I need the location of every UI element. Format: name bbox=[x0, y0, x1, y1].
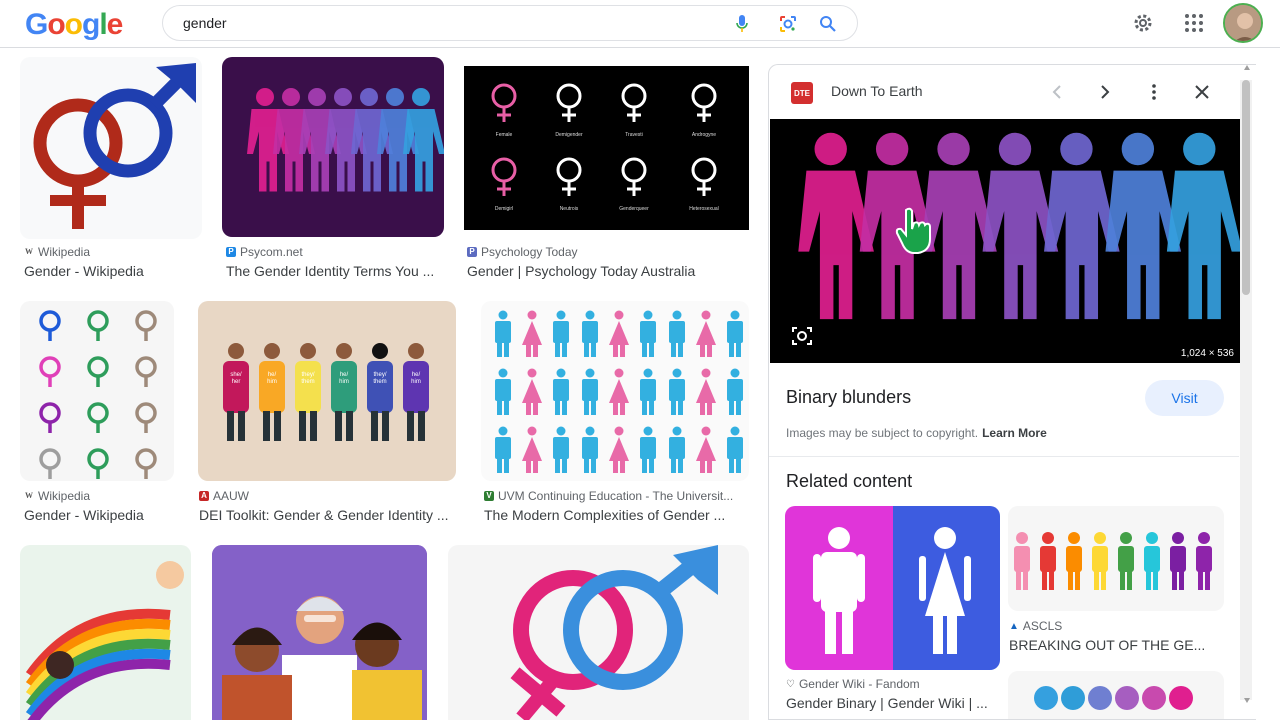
psycom-favicon: P bbox=[226, 247, 236, 257]
related-title-1[interactable]: Gender Binary | Gender Wiki | ... bbox=[786, 695, 996, 711]
lens-search-icon[interactable] bbox=[790, 324, 814, 348]
svg-text:he/: he/ bbox=[412, 372, 421, 378]
preview-image[interactable]: 1,024 × 536 bbox=[770, 119, 1240, 363]
symbol-label: Neutrois bbox=[560, 206, 579, 212]
symbol-label: Demigirl bbox=[495, 206, 513, 212]
result-image-6[interactable] bbox=[481, 301, 749, 481]
svg-text:he/: he/ bbox=[268, 372, 277, 378]
scroll-up-arrow-icon[interactable] bbox=[1243, 64, 1251, 72]
related-image-3[interactable] bbox=[1008, 671, 1224, 719]
panel-header: DTE Down To Earth bbox=[769, 65, 1256, 119]
symbol-label: Androgyne bbox=[692, 132, 716, 138]
result-image-1[interactable] bbox=[20, 57, 202, 239]
related-image-1[interactable] bbox=[785, 506, 1000, 670]
scroll-down-arrow-icon[interactable] bbox=[1243, 696, 1251, 704]
more-options-icon[interactable] bbox=[1142, 80, 1166, 104]
preview-title[interactable]: Binary blunders bbox=[786, 387, 911, 408]
result-source-2: P Psycom.net bbox=[226, 245, 446, 259]
result-image-3[interactable]: Female Demigender Travesti Androgyne Demigir… bbox=[464, 66, 749, 230]
related-title-2[interactable]: BREAKING OUT OF THE GE... bbox=[1009, 637, 1224, 653]
result-image-2[interactable] bbox=[222, 57, 444, 237]
related-source-1: ♡ Gender Wiki - Fandom bbox=[786, 677, 920, 691]
camera-lens-icon[interactable] bbox=[777, 13, 799, 35]
psychology-today-favicon: P bbox=[467, 247, 477, 257]
image-preview-panel: DTE Down To Earth 1,024 × 536 Binary blu… bbox=[768, 64, 1256, 720]
chevron-left-icon[interactable] bbox=[1045, 80, 1069, 104]
settings-gear-icon[interactable] bbox=[1130, 10, 1156, 36]
result-title-2[interactable]: The Gender Identity Terms You ... bbox=[226, 263, 441, 279]
crowd-person: they/them bbox=[367, 343, 393, 441]
result-image-8[interactable] bbox=[212, 545, 427, 720]
copyright-notice: Images may be subject to copyright. Learn… bbox=[786, 426, 1047, 440]
svg-text:him: him bbox=[339, 379, 349, 385]
related-content-heading: Related content bbox=[786, 471, 913, 491]
crowd-person: he/him bbox=[331, 343, 357, 441]
close-icon[interactable] bbox=[1190, 80, 1214, 104]
crowd-person: they/them bbox=[295, 343, 321, 441]
image-dimensions: 1,024 × 536 bbox=[1180, 348, 1234, 359]
result-title-5[interactable]: DEI Toolkit: Gender & Gender Identity ..… bbox=[199, 507, 454, 523]
result-source-6: V UVM Continuing Education - The Universi… bbox=[484, 489, 746, 503]
panel-scrollbar[interactable] bbox=[1240, 80, 1252, 700]
result-title-4[interactable]: Gender - Wikipedia bbox=[24, 507, 184, 523]
result-title-6[interactable]: The Modern Complexities of Gender ... bbox=[484, 507, 746, 523]
symbol-label: Heterosexual bbox=[689, 206, 718, 212]
wikipedia-favicon: W bbox=[25, 491, 33, 500]
svg-text:she/: she/ bbox=[230, 372, 242, 378]
down-to-earth-logo: DTE bbox=[791, 82, 813, 104]
svg-text:he/: he/ bbox=[340, 372, 349, 378]
account-avatar[interactable] bbox=[1223, 3, 1263, 43]
result-image-7[interactable] bbox=[20, 545, 191, 720]
svg-text:him: him bbox=[267, 379, 277, 385]
result-image-5[interactable]: she/her he/him they/them he/him they/them he/… bbox=[198, 301, 456, 481]
symbol-label: Female bbox=[496, 132, 513, 138]
result-image-4[interactable] bbox=[20, 301, 174, 481]
wikipedia-favicon: W bbox=[25, 247, 33, 256]
learn-more-link[interactable]: Learn More bbox=[982, 426, 1047, 440]
related-source-2: ▲ ASCLS bbox=[1009, 619, 1063, 633]
symbol-label: Demigender bbox=[555, 132, 583, 138]
crowd-person: he/him bbox=[403, 343, 429, 441]
svg-text:they/: they/ bbox=[301, 372, 314, 378]
result-source-5: A AAUW bbox=[199, 489, 457, 503]
svg-text:them: them bbox=[301, 379, 314, 385]
search-input[interactable] bbox=[183, 12, 703, 34]
result-source-4: W Wikipedia bbox=[25, 489, 91, 503]
aauw-favicon: A bbox=[199, 491, 209, 501]
symbol-label: Travesti bbox=[625, 132, 643, 138]
related-image-2[interactable] bbox=[1008, 506, 1224, 611]
result-source-1: W Wikipedia bbox=[25, 245, 91, 259]
result-source-3: P Psychology Today bbox=[467, 245, 747, 259]
scrollbar-thumb[interactable] bbox=[1242, 80, 1250, 295]
svg-text:they/: they/ bbox=[373, 372, 386, 378]
visit-button[interactable]: Visit bbox=[1145, 380, 1224, 416]
fandom-favicon: ♡ bbox=[786, 678, 795, 690]
symbol-label: Genderqueer bbox=[619, 206, 649, 212]
search-box bbox=[162, 5, 858, 41]
microphone-icon[interactable] bbox=[731, 13, 753, 35]
crowd-person: he/him bbox=[259, 343, 285, 441]
uvm-favicon: V bbox=[484, 491, 494, 501]
chevron-right-icon[interactable] bbox=[1093, 80, 1117, 104]
result-image-9[interactable] bbox=[448, 545, 749, 720]
svg-text:him: him bbox=[411, 379, 421, 385]
result-title-3[interactable]: Gender | Psychology Today Australia bbox=[467, 263, 747, 279]
top-bar: Google bbox=[0, 0, 1280, 48]
google-logo[interactable]: Google bbox=[25, 8, 123, 42]
ascls-favicon: ▲ bbox=[1009, 620, 1019, 632]
apps-grid-icon[interactable] bbox=[1181, 10, 1207, 36]
crowd-person: she/her bbox=[223, 343, 249, 441]
hand-cursor-icon bbox=[895, 207, 931, 254]
svg-text:her: her bbox=[232, 379, 241, 385]
result-title-1[interactable]: Gender - Wikipedia bbox=[24, 263, 204, 279]
search-icon[interactable] bbox=[817, 13, 839, 35]
divider bbox=[769, 456, 1239, 457]
svg-text:them: them bbox=[373, 379, 386, 385]
panel-source-name[interactable]: Down To Earth bbox=[831, 83, 923, 99]
